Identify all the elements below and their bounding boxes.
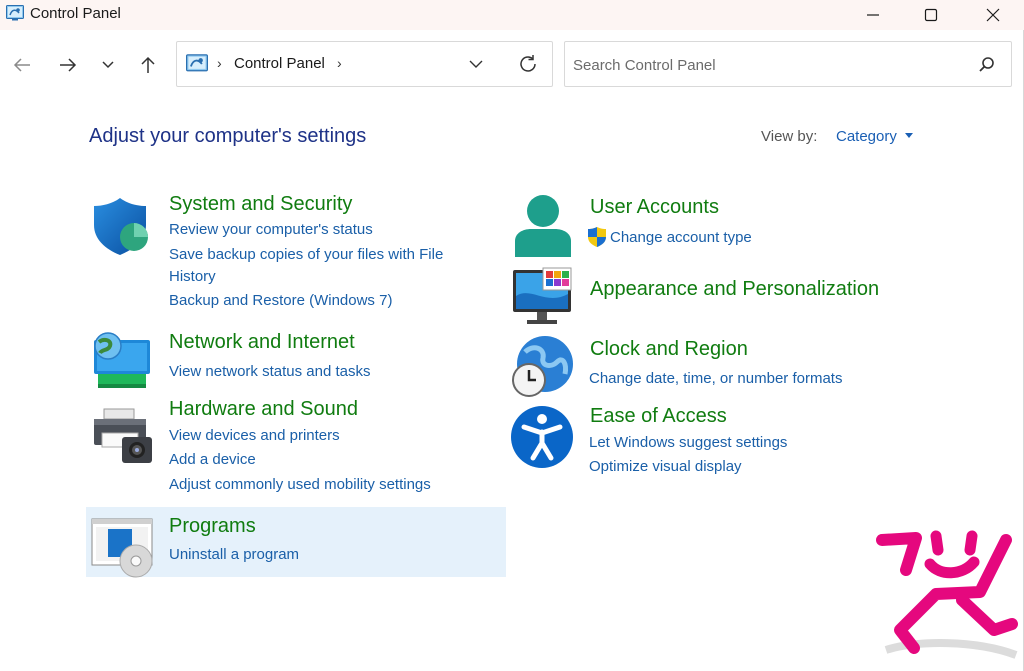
search-input[interactable] <box>573 54 963 76</box>
network-status-link[interactable]: View network status and tasks <box>169 361 371 383</box>
view-by-label: View by: <box>761 128 818 145</box>
title-bar: Control Panel <box>0 0 1024 30</box>
hardware-sound-title[interactable]: Hardware and Sound <box>169 398 358 421</box>
uac-shield-icon <box>588 227 606 247</box>
up-arrow-icon <box>141 56 155 73</box>
control-panel-app-icon <box>6 5 24 21</box>
back-button[interactable] <box>8 52 36 78</box>
add-device-link[interactable]: Add a device <box>169 449 256 471</box>
control-panel-location-icon <box>186 54 208 72</box>
appearance-personalization-title[interactable]: Appearance and Personalization <box>590 278 879 301</box>
save-backup-link[interactable]: Save backup copies of your files with Fi… <box>169 244 443 266</box>
address-bar[interactable]: › Control Panel › <box>176 41 553 87</box>
network-globe-icon[interactable] <box>90 328 154 392</box>
windows-suggest-settings-link[interactable]: Let Windows suggest settings <box>589 432 787 454</box>
save-backup-link-cont[interactable]: History <box>169 266 216 288</box>
breadcrumb-control-panel[interactable]: Control Panel <box>234 55 325 72</box>
uninstall-program-link[interactable]: Uninstall a program <box>169 544 299 566</box>
caret-down-icon[interactable] <box>905 133 913 139</box>
change-account-type-link[interactable]: Change account type <box>610 227 752 249</box>
watermark-logo <box>876 530 1018 659</box>
network-internet-title[interactable]: Network and Internet <box>169 331 355 354</box>
change-date-formats-link[interactable]: Change date, time, or number formats <box>589 368 842 390</box>
mobility-settings-link[interactable]: Adjust commonly used mobility settings <box>169 474 431 496</box>
programs-icon[interactable] <box>90 515 154 579</box>
back-arrow-icon <box>13 58 30 72</box>
close-button[interactable] <box>970 0 1016 30</box>
view-by-dropdown[interactable]: Category <box>836 128 897 145</box>
clock-globe-icon[interactable] <box>511 334 575 398</box>
shield-icon[interactable] <box>90 195 154 259</box>
recent-locations-button[interactable] <box>94 52 122 78</box>
breadcrumb-separator[interactable]: › <box>337 55 342 71</box>
window-title: Control Panel <box>30 5 121 22</box>
forward-arrow-icon <box>60 58 77 72</box>
programs-title[interactable]: Programs <box>169 515 256 538</box>
page-heading: Adjust your computer's settings <box>89 125 367 147</box>
user-accounts-icon[interactable] <box>511 193 575 257</box>
close-icon <box>986 8 1000 22</box>
review-status-link[interactable]: Review your computer's status <box>169 219 373 241</box>
forward-button[interactable] <box>54 52 82 78</box>
search-icon[interactable] <box>977 55 997 75</box>
minimize-button[interactable] <box>850 0 896 30</box>
accessibility-icon[interactable] <box>510 405 574 469</box>
printer-icon[interactable] <box>90 403 154 467</box>
system-security-title[interactable]: System and Security <box>169 193 352 216</box>
chevron-down-icon <box>102 61 114 69</box>
search-box[interactable] <box>564 41 1012 87</box>
up-button[interactable] <box>134 52 162 78</box>
refresh-icon[interactable] <box>517 53 539 75</box>
control-panel-window: Control Panel › Control Panel › Search C… <box>0 0 1024 671</box>
devices-printers-link[interactable]: View devices and printers <box>169 425 340 447</box>
breadcrumb-separator: › <box>217 55 222 71</box>
ease-of-access-title[interactable]: Ease of Access <box>590 405 727 428</box>
optimize-visual-display-link[interactable]: Optimize visual display <box>589 456 742 478</box>
maximize-icon <box>924 8 938 22</box>
address-dropdown-icon[interactable] <box>468 54 484 74</box>
maximize-button[interactable] <box>908 0 954 30</box>
minimize-icon <box>867 14 879 16</box>
user-accounts-title[interactable]: User Accounts <box>590 196 719 219</box>
backup-restore-link[interactable]: Backup and Restore (Windows 7) <box>169 290 392 312</box>
monitor-personalization-icon[interactable] <box>511 266 575 330</box>
clock-region-title[interactable]: Clock and Region <box>590 338 748 361</box>
